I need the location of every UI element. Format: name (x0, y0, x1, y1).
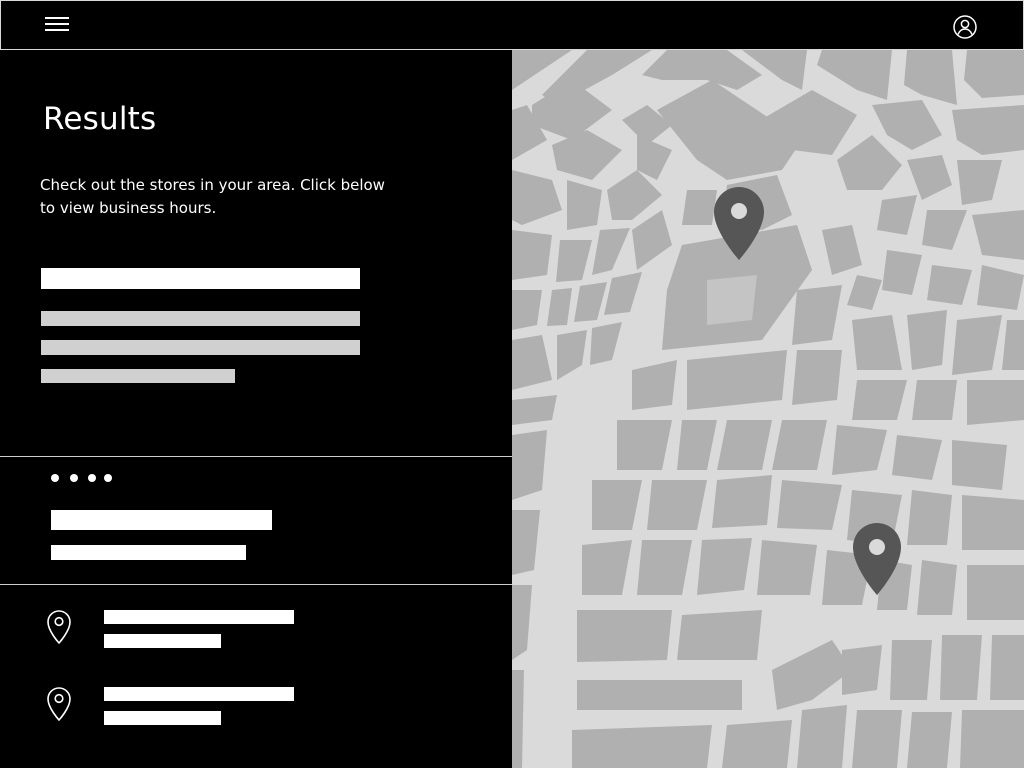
page-title: Results (43, 101, 157, 137)
result-line-placeholder (41, 369, 235, 383)
carousel-dot[interactable] (70, 474, 78, 482)
map-canvas[interactable] (512, 50, 1024, 768)
map-view[interactable] (512, 50, 1024, 768)
carousel-dot[interactable] (51, 474, 59, 482)
location-pin-icon (47, 610, 71, 645)
menu-line (45, 17, 69, 19)
store-name-placeholder[interactable] (51, 510, 272, 530)
carousel-dot[interactable] (88, 474, 96, 482)
user-account-icon[interactable] (953, 15, 977, 39)
menu-line (45, 23, 69, 25)
location-name-placeholder (104, 610, 294, 624)
section-divider (0, 456, 512, 457)
store-detail-placeholder (51, 545, 246, 560)
top-navigation-bar (0, 0, 1024, 50)
results-description: Check out the stores in your area. Click… (40, 176, 385, 217)
result-line-placeholder (41, 340, 360, 355)
location-name-placeholder (104, 687, 294, 701)
section-divider (0, 584, 512, 585)
location-address-placeholder (104, 711, 221, 725)
hamburger-menu-icon[interactable] (45, 17, 69, 33)
location-address-placeholder (104, 634, 221, 648)
carousel-dot[interactable] (104, 474, 112, 482)
results-panel (0, 50, 512, 768)
menu-line (45, 29, 69, 31)
location-pin-icon (47, 687, 71, 722)
carousel-indicators (51, 474, 115, 483)
result-line-placeholder (41, 311, 360, 326)
result-heading-placeholder (41, 268, 360, 289)
